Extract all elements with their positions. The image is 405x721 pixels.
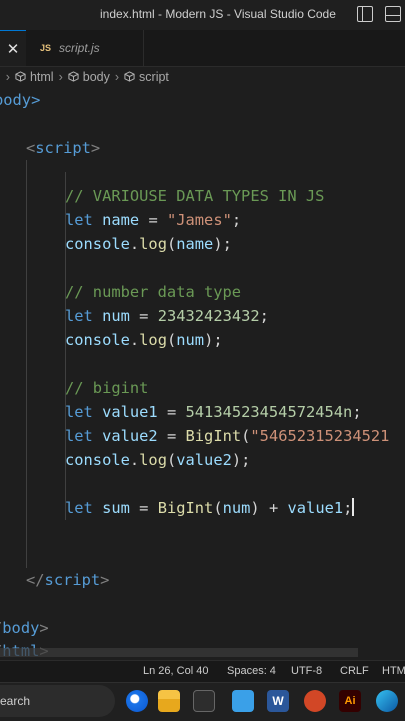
cursor-position[interactable]: Ln 26, Col 40: [143, 665, 208, 677]
toggle-sidebar-icon[interactable]: [357, 6, 373, 22]
breadcrumb-item-body[interactable]: body: [68, 70, 110, 84]
window-title: index.html - Modern JS - Visual Studio C…: [100, 7, 336, 21]
browser-icon[interactable]: [126, 690, 148, 712]
toggle-panel-icon[interactable]: [385, 6, 401, 22]
tab-script-js[interactable]: JS script.js: [26, 30, 144, 66]
eol-setting[interactable]: CRLF: [340, 665, 369, 677]
code-line: /body>: [0, 619, 49, 637]
taskbar-search[interactable]: earch: [0, 685, 115, 717]
indent-guide: [26, 160, 27, 568]
code-line: // VARIOUSE DATA TYPES IN JS: [65, 187, 325, 205]
terminal-icon[interactable]: [193, 690, 215, 712]
code-line: console.log(num);: [65, 331, 223, 349]
breadcrumb: l › html › body › script: [0, 66, 405, 88]
code-line: let num = 23432423432;: [65, 307, 269, 325]
edge-browser-icon[interactable]: [376, 690, 398, 712]
text-cursor: [352, 498, 355, 516]
code-line: console.log(name);: [65, 235, 232, 253]
tab-bar: ✕ JS script.js: [0, 30, 405, 67]
chevron-right-icon: ›: [5, 70, 10, 84]
code-line: let sum = BigInt(num) + value1;: [65, 498, 355, 517]
code-line: body>: [0, 91, 41, 109]
breadcrumb-item-html[interactable]: html: [15, 70, 54, 84]
code-line: // number data type: [65, 283, 242, 301]
search-label: earch: [0, 694, 31, 708]
language-mode[interactable]: HTM: [382, 665, 405, 677]
code-line: </script>: [26, 571, 110, 589]
code-editor[interactable]: body> <script> // VARIOUSE DATA TYPES IN…: [0, 88, 405, 660]
horizontal-scrollbar[interactable]: [0, 648, 358, 657]
breadcrumb-item-script[interactable]: script: [124, 70, 169, 84]
code-line: // bigint: [65, 379, 149, 397]
code-line: let name = "James";: [65, 211, 242, 229]
js-file-icon: JS: [40, 43, 52, 53]
layout-controls: [357, 6, 401, 22]
code-line: let value2 = BigInt("54652315234521: [65, 427, 390, 445]
notepad-icon[interactable]: [232, 690, 254, 712]
indentation-setting[interactable]: Spaces: 4: [227, 665, 276, 677]
element-cube-icon: [15, 71, 26, 82]
chevron-right-icon: ›: [58, 70, 63, 84]
code-line: let value1 = 54134523454572454n;: [65, 403, 362, 421]
code-line: console.log(value2);: [65, 451, 251, 469]
encoding-setting[interactable]: UTF-8: [291, 665, 322, 677]
element-cube-icon: [68, 71, 79, 82]
illustrator-icon[interactable]: Ai: [339, 690, 361, 712]
breadcrumb-item-root[interactable]: l: [0, 70, 1, 84]
word-icon[interactable]: W: [267, 690, 289, 712]
status-bar: Ln 26, Col 40 Spaces: 4 UTF-8 CRLF HTM: [0, 660, 405, 683]
close-tab-icon[interactable]: ✕: [0, 30, 26, 66]
taskbar: earch W Ai: [0, 682, 405, 721]
element-cube-icon: [124, 71, 135, 82]
powerpoint-icon[interactable]: [304, 690, 326, 712]
chevron-right-icon: ›: [114, 70, 120, 84]
file-explorer-icon[interactable]: [158, 690, 180, 712]
code-line: <script>: [26, 139, 101, 157]
title-bar: index.html - Modern JS - Visual Studio C…: [0, 0, 405, 30]
tab-label: script.js: [59, 41, 100, 55]
